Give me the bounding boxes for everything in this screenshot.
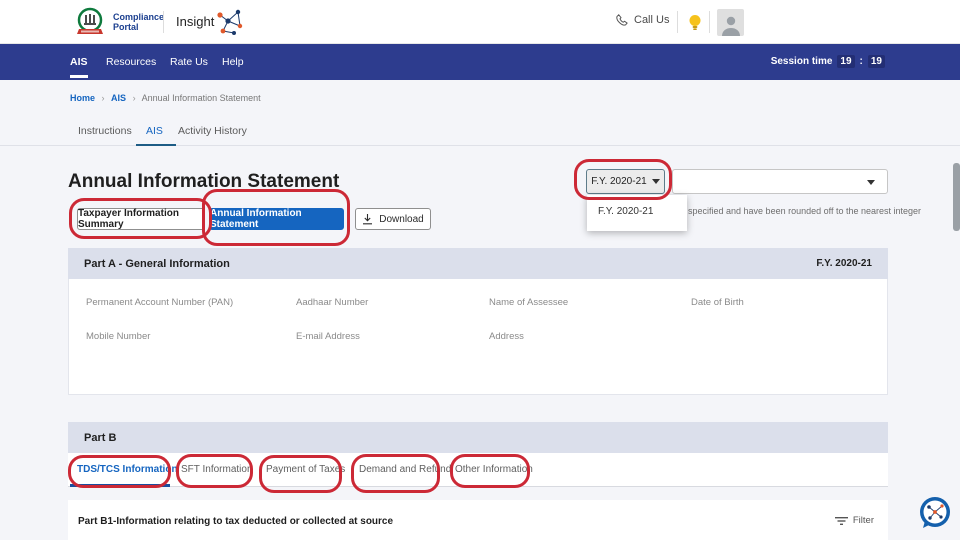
chevron-down-icon bbox=[652, 179, 660, 184]
part-b1-title: Part B1-Information relating to tax dedu… bbox=[78, 516, 393, 527]
tab-ais[interactable]: AIS bbox=[146, 125, 163, 137]
person-icon bbox=[720, 14, 742, 36]
chevron-right-icon: › bbox=[133, 93, 136, 103]
field-dob: Date of Birth bbox=[691, 297, 744, 308]
nav-item-help[interactable]: Help bbox=[222, 56, 244, 68]
compliance-portal-logo-text: Compliance Portal bbox=[113, 12, 164, 32]
secondary-select[interactable] bbox=[672, 169, 888, 194]
rounding-note: as specified and have been rounded off t… bbox=[676, 206, 921, 216]
part-a-body: Permanent Account Number (PAN) Aadhaar N… bbox=[68, 279, 888, 395]
fy-dropdown-option[interactable]: F.Y. 2020-21 bbox=[598, 206, 653, 217]
field-address: Address bbox=[489, 331, 524, 342]
nav-item-rate-us[interactable]: Rate Us bbox=[170, 56, 208, 68]
field-name: Name of Assessee bbox=[489, 297, 568, 308]
ais-page: Compliance Portal Insight Call Us bbox=[0, 0, 960, 540]
bulb-icon[interactable] bbox=[688, 14, 702, 31]
nav-item-ais[interactable]: AIS bbox=[70, 56, 88, 68]
tab-sft-information[interactable]: SFT Information bbox=[181, 464, 253, 475]
taxpayer-information-summary-button[interactable]: Taxpayer Information Summary bbox=[77, 208, 205, 230]
download-icon bbox=[362, 213, 373, 225]
tab-tds-tcs-information[interactable]: TDS/TCS Information bbox=[77, 464, 178, 475]
field-email: E-mail Address bbox=[296, 331, 360, 342]
part-a-title: Part A - General Information bbox=[84, 258, 230, 270]
fy-select-value: F.Y. 2020-21 bbox=[591, 176, 646, 187]
call-us-label: Call Us bbox=[634, 14, 669, 26]
part-b-tabs: TDS/TCS Information SFT Information Paym… bbox=[68, 453, 888, 487]
chat-assistant-button[interactable] bbox=[917, 495, 953, 531]
ais-button-label: Annual Information Statement bbox=[210, 208, 343, 230]
breadcrumb-current: Annual Information Statement bbox=[142, 93, 261, 103]
breadcrumb: Home › AIS › Annual Information Statemen… bbox=[70, 93, 261, 103]
download-button[interactable]: Download bbox=[355, 208, 431, 230]
tab-other-information[interactable]: Other Information bbox=[455, 464, 533, 475]
filter-label: Filter bbox=[853, 515, 874, 526]
phone-icon bbox=[616, 14, 628, 26]
user-avatar[interactable] bbox=[717, 9, 744, 36]
tab-activity-history[interactable]: Activity History bbox=[178, 125, 247, 137]
session-minutes: 19 bbox=[837, 55, 854, 68]
tab-payment-of-taxes[interactable]: Payment of Taxes bbox=[266, 464, 345, 475]
part-b-title: Part B bbox=[84, 432, 116, 444]
chevron-down-icon bbox=[867, 180, 875, 185]
part-a-header: Part A - General Information F.Y. 2020-2… bbox=[68, 248, 888, 279]
annual-information-statement-button[interactable]: Annual Information Statement bbox=[209, 208, 344, 230]
top-header: Compliance Portal Insight Call Us bbox=[0, 0, 960, 44]
header-divider bbox=[163, 11, 164, 33]
scrollbar-thumb[interactable] bbox=[953, 163, 960, 231]
header-divider bbox=[677, 11, 678, 33]
insight-network-icon bbox=[214, 6, 246, 38]
tab-active-indicator bbox=[136, 144, 176, 146]
field-mobile: Mobile Number bbox=[86, 331, 150, 342]
fy-select[interactable]: F.Y. 2020-21 bbox=[586, 169, 665, 194]
page-title: Annual Information Statement bbox=[68, 171, 339, 193]
part-b-header: Part B bbox=[68, 422, 888, 453]
tab-instructions[interactable]: Instructions bbox=[78, 125, 132, 137]
part-b-active-tab-indicator bbox=[70, 484, 170, 487]
filter-button[interactable]: Filter bbox=[835, 515, 874, 526]
breadcrumb-ais[interactable]: AIS bbox=[111, 93, 126, 103]
breadcrumb-home[interactable]: Home bbox=[70, 93, 95, 103]
session-seconds: 19 bbox=[868, 55, 885, 68]
field-pan: Permanent Account Number (PAN) bbox=[86, 297, 233, 308]
nav-item-resources[interactable]: Resources bbox=[106, 56, 156, 68]
fy-dropdown-panel: F.Y. 2020-21 bbox=[587, 195, 687, 231]
header-divider bbox=[709, 11, 710, 33]
main-nav: AIS Resources Rate Us Help Session time … bbox=[0, 44, 960, 80]
session-separator: : bbox=[860, 56, 863, 67]
chevron-right-icon: › bbox=[102, 93, 105, 103]
session-label: Session time bbox=[771, 56, 833, 67]
download-button-label: Download bbox=[379, 214, 423, 225]
part-a-fy-label: F.Y. 2020-21 bbox=[816, 258, 872, 269]
nav-active-indicator bbox=[70, 75, 88, 78]
tab-demand-and-refund[interactable]: Demand and Refund bbox=[359, 464, 451, 475]
part-b1-section: Part B1-Information relating to tax dedu… bbox=[68, 500, 888, 540]
page-tabs: Instructions AIS Activity History bbox=[0, 120, 960, 146]
field-aadhaar: Aadhaar Number bbox=[296, 297, 368, 308]
filter-icon bbox=[835, 516, 848, 526]
session-timer: Session time 19 : 19 bbox=[771, 55, 885, 68]
call-us-button[interactable]: Call Us bbox=[616, 14, 669, 26]
insight-logo-text: Insight bbox=[176, 14, 214, 29]
tis-button-label: Taxpayer Information Summary bbox=[78, 208, 204, 230]
income-tax-emblem-icon bbox=[74, 6, 106, 38]
